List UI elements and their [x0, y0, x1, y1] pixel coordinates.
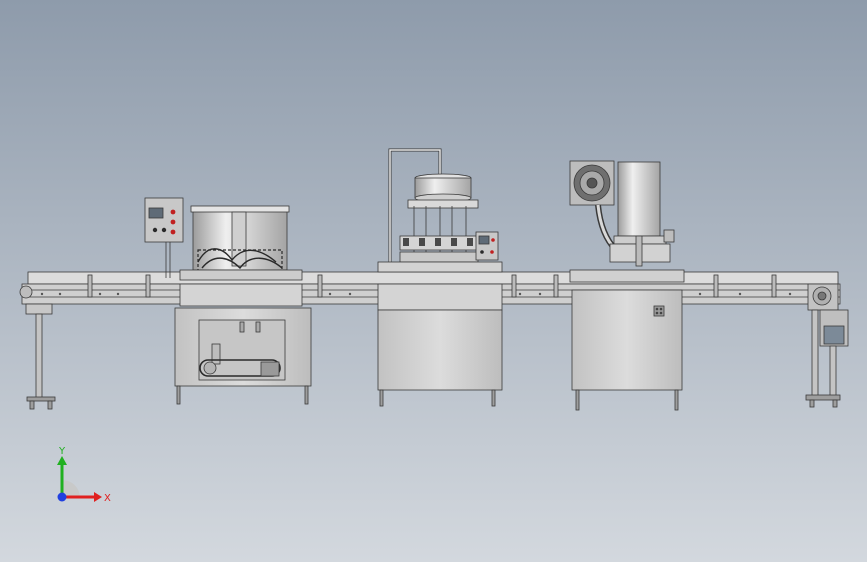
control-panel-1[interactable]	[144, 197, 184, 243]
x-axis-label: X	[104, 493, 111, 504]
cad-viewport[interactable]: X Y	[0, 0, 867, 562]
y-axis-label: Y	[58, 446, 66, 457]
model-canvas[interactable]: X Y	[0, 0, 867, 562]
